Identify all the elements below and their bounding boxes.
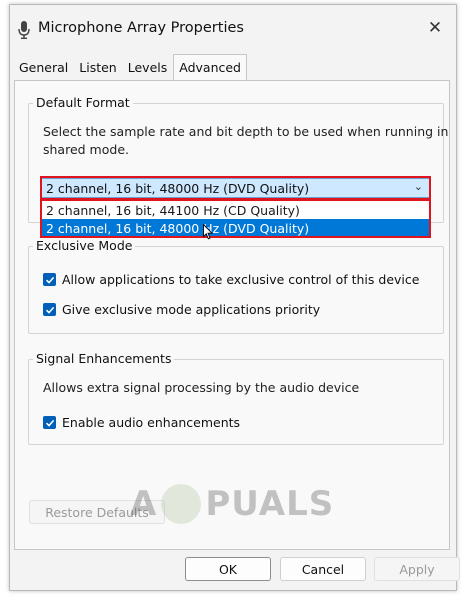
watermark-text-right: PUALS [205,484,335,524]
annotation-highlight-options [40,199,431,238]
cancel-button[interactable]: Cancel [280,557,366,581]
tab-general[interactable]: General [14,57,73,80]
title-bar: Microphone Array Properties ✕ [10,5,456,53]
ok-button[interactable]: OK [185,557,271,581]
watermark-text-left: A [130,484,158,524]
tab-levels[interactable]: Levels [123,57,173,80]
checkmark-icon [45,306,54,314]
exclusive-control-label: Allow applications to take exclusive con… [62,272,420,287]
checkmark-icon [45,419,54,427]
exclusive-control-checkbox-row[interactable]: Allow applications to take exclusive con… [43,272,419,287]
tab-advanced[interactable]: Advanced [173,54,247,83]
microphone-icon [18,21,30,39]
exclusive-mode-group: Exclusive Mode [28,238,444,334]
signal-enhancements-group: Signal Enhancements [28,351,444,445]
signal-enhancements-title: Signal Enhancements [33,351,175,366]
appuals-watermark: A PUALS [130,484,334,524]
audio-enhancements-checkbox-row[interactable]: Enable audio enhancements [43,415,240,430]
tab-strip: General Listen Levels Advanced [14,54,248,83]
close-button[interactable]: ✕ [424,17,446,39]
audio-enhancements-label: Enable audio enhancements [62,415,241,430]
default-format-description-line2: shared mode. [43,142,129,157]
exclusive-priority-checkbox-row[interactable]: Give exclusive mode applications priorit… [43,302,320,317]
close-icon: ✕ [427,18,443,38]
exclusive-priority-checkbox[interactable] [43,303,56,316]
default-format-description-line1: Select the sample rate and bit depth to … [43,124,449,139]
signal-enhancements-description: Allows extra signal processing by the au… [43,380,360,395]
checkmark-icon [45,276,54,284]
mouse-pointer-icon [203,224,213,240]
exclusive-mode-title: Exclusive Mode [33,238,136,253]
exclusive-control-checkbox[interactable] [43,273,56,286]
annotation-highlight-selected [40,176,431,200]
apply-button[interactable]: Apply [374,557,460,581]
audio-enhancements-checkbox[interactable] [43,416,56,429]
exclusive-priority-label: Give exclusive mode applications priorit… [62,302,321,317]
watermark-mascot-icon [161,484,202,524]
default-format-title: Default Format [33,95,133,110]
window-title: Microphone Array Properties [38,20,244,36]
tab-listen[interactable]: Listen [74,57,121,80]
